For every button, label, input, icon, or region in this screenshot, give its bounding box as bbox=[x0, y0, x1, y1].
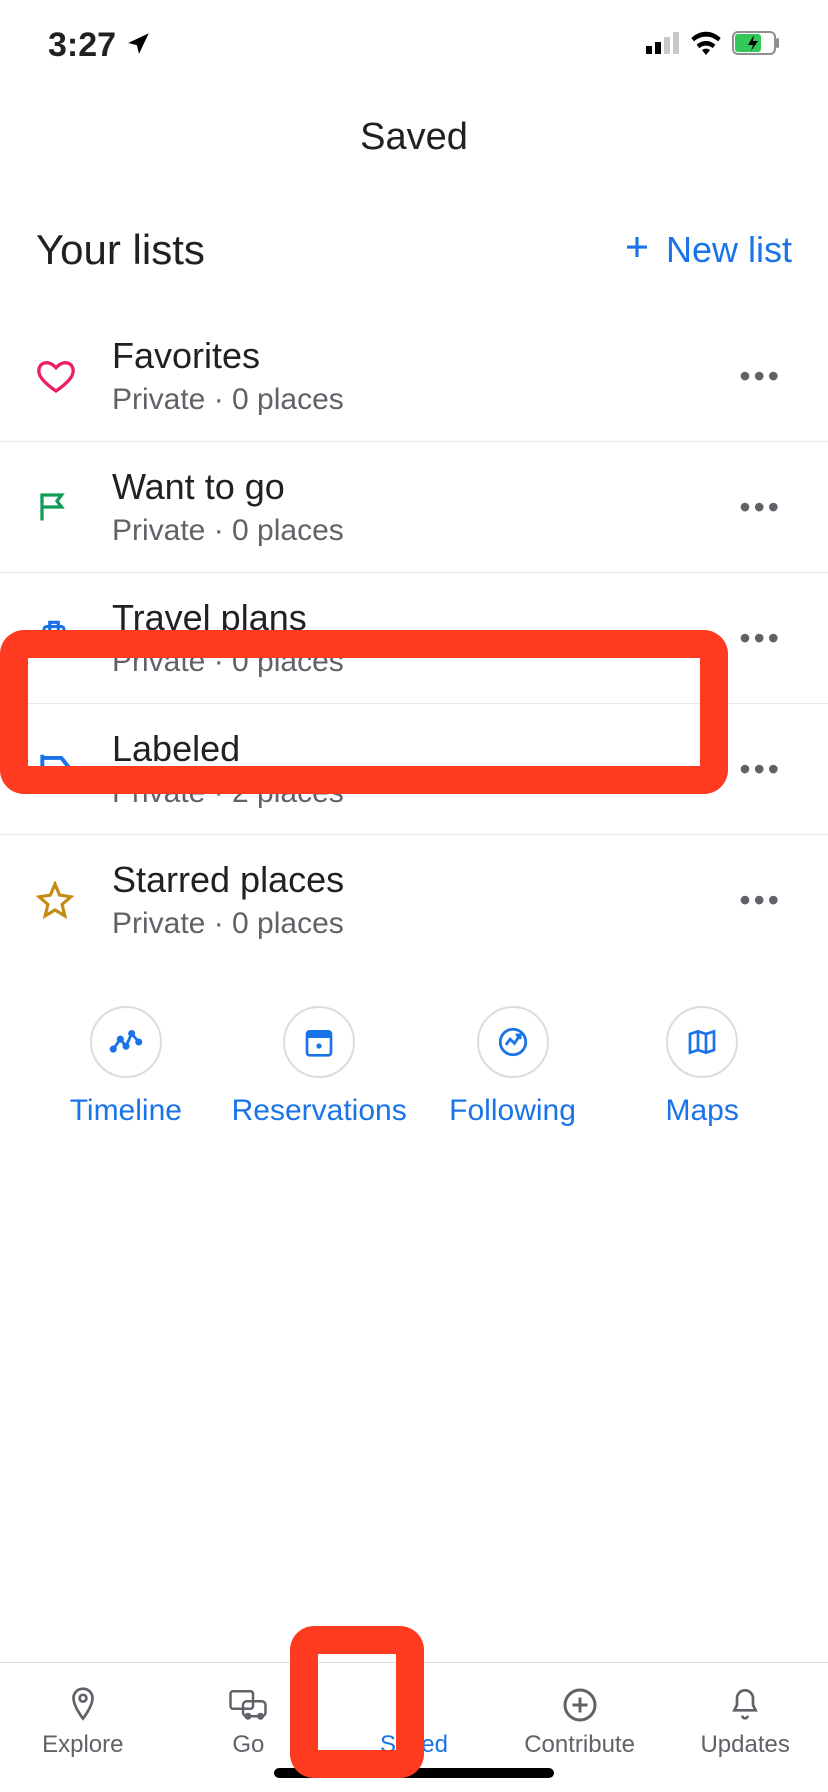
list-item-want-to-go[interactable]: Want to go Private · 0 places ••• bbox=[0, 441, 828, 572]
status-time: 3:27 bbox=[48, 26, 116, 65]
quick-action-following[interactable]: Following bbox=[423, 1005, 603, 1129]
tab-updates[interactable]: Updates bbox=[662, 1663, 828, 1772]
tab-label: Go bbox=[232, 1731, 264, 1759]
more-options-button[interactable]: ••• bbox=[729, 872, 792, 929]
plus-icon bbox=[622, 229, 652, 271]
list-subtitle: Private · 0 places bbox=[112, 645, 729, 679]
list-title: Starred places bbox=[112, 859, 729, 901]
heart-icon bbox=[36, 356, 108, 396]
quick-action-label: Reservations bbox=[232, 1094, 407, 1128]
quick-action-reservations[interactable]: Reservations bbox=[226, 1005, 413, 1129]
list-title: Travel plans bbox=[112, 597, 729, 639]
new-list-label: New list bbox=[666, 229, 792, 271]
list-item-favorites[interactable]: Favorites Private · 0 places ••• bbox=[0, 311, 828, 441]
suitcase-icon bbox=[36, 618, 108, 658]
list-text: Want to go Private · 0 places bbox=[108, 466, 729, 548]
home-indicator bbox=[274, 1768, 554, 1778]
tab-label: Updates bbox=[700, 1731, 789, 1759]
page-title: Saved bbox=[0, 90, 828, 205]
quick-actions-row: Timeline Reservations Following Maps bbox=[0, 965, 828, 1149]
trending-icon bbox=[477, 1006, 549, 1078]
tab-contribute[interactable]: Contribute bbox=[497, 1663, 663, 1772]
star-icon bbox=[36, 881, 108, 919]
more-options-button[interactable]: ••• bbox=[729, 741, 792, 798]
more-horizontal-icon: ••• bbox=[739, 620, 782, 656]
list-text: Starred places Private · 0 places bbox=[108, 859, 729, 941]
status-indicators bbox=[646, 31, 780, 60]
list-text: Travel plans Private · 0 places bbox=[108, 597, 729, 679]
tab-label: Saved bbox=[380, 1731, 448, 1759]
more-options-button[interactable]: ••• bbox=[729, 479, 792, 536]
lists-container: Favorites Private · 0 places ••• Want to… bbox=[0, 311, 828, 965]
list-subtitle: Private · 0 places bbox=[112, 514, 729, 548]
calendar-icon bbox=[283, 1006, 355, 1078]
location-services-icon bbox=[126, 26, 152, 65]
quick-action-label: Following bbox=[449, 1094, 576, 1128]
more-options-button[interactable]: ••• bbox=[729, 348, 792, 405]
plus-circle-icon bbox=[562, 1685, 598, 1725]
flag-icon bbox=[36, 489, 108, 525]
quick-action-label: Timeline bbox=[70, 1094, 182, 1128]
more-horizontal-icon: ••• bbox=[739, 358, 782, 394]
section-header: Your lists New list bbox=[0, 205, 828, 311]
list-item-labeled[interactable]: Labeled Private · 2 places ••• bbox=[0, 703, 828, 834]
list-text: Labeled Private · 2 places bbox=[108, 728, 729, 810]
list-subtitle: Private · 0 places bbox=[112, 907, 729, 941]
bell-icon bbox=[729, 1685, 761, 1725]
quick-action-timeline[interactable]: Timeline bbox=[36, 1005, 216, 1129]
status-bar: 3:27 bbox=[0, 0, 828, 90]
list-title: Labeled bbox=[112, 728, 729, 770]
list-subtitle: Private · 0 places bbox=[112, 383, 729, 417]
bookmark-icon bbox=[399, 1685, 429, 1725]
battery-charging-icon bbox=[732, 31, 780, 60]
timeline-icon bbox=[90, 1006, 162, 1078]
quick-action-label: Maps bbox=[666, 1094, 739, 1128]
list-item-starred[interactable]: Starred places Private · 0 places ••• bbox=[0, 834, 828, 965]
list-subtitle: Private · 2 places bbox=[112, 776, 729, 810]
tab-label: Contribute bbox=[524, 1731, 635, 1759]
tab-label: Explore bbox=[42, 1731, 123, 1759]
list-title: Want to go bbox=[112, 466, 729, 508]
section-title: Your lists bbox=[36, 226, 205, 274]
tab-explore[interactable]: Explore bbox=[0, 1663, 166, 1772]
status-time-group: 3:27 bbox=[48, 26, 152, 65]
more-horizontal-icon: ••• bbox=[739, 882, 782, 918]
pin-icon bbox=[66, 1685, 100, 1725]
tab-saved[interactable]: Saved bbox=[331, 1663, 497, 1772]
map-icon bbox=[666, 1006, 738, 1078]
more-options-button[interactable]: ••• bbox=[729, 610, 792, 667]
more-horizontal-icon: ••• bbox=[739, 489, 782, 525]
list-text: Favorites Private · 0 places bbox=[108, 335, 729, 417]
quick-action-maps[interactable]: Maps bbox=[612, 1005, 792, 1129]
wifi-icon bbox=[690, 31, 722, 60]
label-icon bbox=[36, 750, 108, 788]
cellular-signal-icon bbox=[646, 32, 680, 59]
new-list-button[interactable]: New list bbox=[622, 225, 792, 275]
more-horizontal-icon: ••• bbox=[739, 751, 782, 787]
tab-go[interactable]: Go bbox=[166, 1663, 332, 1772]
transit-icon bbox=[228, 1685, 268, 1725]
list-title: Favorites bbox=[112, 335, 729, 377]
list-item-travel-plans[interactable]: Travel plans Private · 0 places ••• bbox=[0, 572, 828, 703]
